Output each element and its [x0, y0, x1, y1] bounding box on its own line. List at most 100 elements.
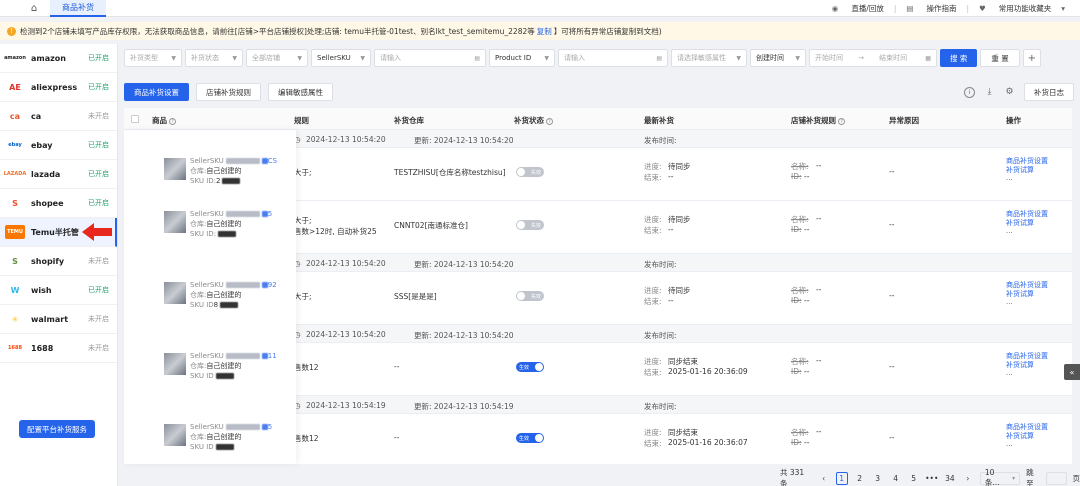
- live-replay-link[interactable]: 直播/回放: [851, 3, 884, 14]
- guide-link[interactable]: 操作指南: [926, 3, 956, 14]
- group-created-time: 2024-12-13 10:54:20: [306, 259, 386, 268]
- sidebar-item-1688[interactable]: 1688 1688 未开启: [0, 334, 117, 363]
- redacted-sku-id: [222, 178, 241, 184]
- platform-status: 未开启: [88, 112, 109, 120]
- sidebar-item-walmart[interactable]: ✳ walmart 未开启: [0, 305, 117, 334]
- sku-id-line: SKU ID:: [190, 229, 272, 239]
- restock-status-select[interactable]: 补货状态 ▼: [185, 49, 243, 67]
- progress-value: 待同步: [668, 162, 691, 171]
- caret-down-icon[interactable]: ▾: [1061, 4, 1065, 13]
- info-icon[interactable]: i: [964, 86, 975, 98]
- shop-rule-name-label: 名称:: [791, 286, 809, 295]
- page-button[interactable]: •••: [925, 472, 938, 485]
- collapse-handle-icon[interactable]: «: [1064, 364, 1080, 380]
- sidebar-item-wish[interactable]: Wwish 已开启: [0, 276, 117, 305]
- platform-name: ca: [31, 111, 42, 121]
- add-filter-button[interactable]: +: [1022, 49, 1041, 67]
- favorites-link[interactable]: 常用功能收藏夹: [999, 3, 1052, 14]
- op-more-link[interactable]: ...: [1006, 227, 1013, 237]
- gear-icon[interactable]: ⚙: [1004, 87, 1015, 98]
- page-button[interactable]: 3: [872, 472, 884, 485]
- op-more-link[interactable]: ...: [1006, 369, 1013, 379]
- restock-type-select[interactable]: 补货类型 ▼: [124, 49, 182, 67]
- sidebar-item-aliexpress[interactable]: AE aliexpress 已开启: [0, 73, 117, 102]
- sku-field-select[interactable]: SellerSKU ▼: [311, 49, 371, 67]
- warehouse-line: 仓库:自己创建的: [190, 361, 277, 371]
- group-created-time: 2024-12-13 10:54:19: [306, 401, 386, 410]
- shop-rule-name: --: [816, 285, 822, 294]
- sku-id-line: SKU ID: [190, 371, 277, 381]
- copy-link[interactable]: 复制: [537, 26, 552, 37]
- prev-page-button[interactable]: ‹: [818, 472, 830, 485]
- pid-input[interactable]: 请输入 ▤: [558, 49, 668, 67]
- download-icon[interactable]: ⤓: [984, 87, 995, 98]
- sidebar-item-shopee[interactable]: Sshopee 已开启: [0, 189, 117, 218]
- redacted-sku: [225, 211, 260, 217]
- sidebar-item-amazon[interactable]: amazon amazon 已开启: [0, 44, 117, 73]
- group-updated-time: 更新: 2024-12-13 10:54:20: [414, 136, 514, 145]
- page-button[interactable]: 2: [854, 472, 866, 485]
- divider: |: [966, 3, 969, 13]
- date-range-picker[interactable]: 开始时间 → 结束时间 ▦: [809, 49, 937, 67]
- config-restock-service-button[interactable]: 配置平台补货服务: [19, 420, 95, 438]
- time-field-select[interactable]: 创建时间 ▼: [750, 49, 806, 67]
- page-button[interactable]: 34: [944, 472, 956, 485]
- page-button[interactable]: 4: [890, 472, 902, 485]
- restock-status-toggle[interactable]: 失效: [516, 220, 544, 230]
- product-thumbnail: [164, 424, 186, 446]
- goto-page-input[interactable]: [1045, 471, 1067, 485]
- plus-icon: +: [1027, 52, 1036, 64]
- redacted-sku: [261, 353, 268, 359]
- group-updated-time: 更新: 2024-12-13 10:54:20: [414, 260, 514, 269]
- restock-log-button[interactable]: 补货日志: [1024, 83, 1074, 101]
- page-button[interactable]: 1: [835, 471, 848, 485]
- sidebar-item-ca[interactable]: ca ca 未开启: [0, 102, 117, 131]
- op-more-link[interactable]: ...: [1006, 440, 1013, 450]
- op-more-link[interactable]: ...: [1006, 298, 1013, 308]
- shop-restock-rules-button[interactable]: 店铺补货规则: [196, 83, 261, 101]
- time-field-label: 创建时间: [756, 54, 784, 62]
- reset-button[interactable]: 重 置: [980, 49, 1020, 67]
- sku-input[interactable]: 请输入 ▤: [374, 49, 486, 67]
- product-restock-settings-button[interactable]: 商品补货设置: [124, 83, 189, 101]
- sensitive-attr-select[interactable]: 请选择敏感属性 ▼: [671, 49, 747, 67]
- tab-product-restock[interactable]: 商品补货: [50, 0, 106, 17]
- top-nav: ⌂ 商品补货 ◉ 直播/回放 | ▤ 操作指南 | ♥ 常用功能收藏夹 ▾: [0, 0, 1080, 17]
- shop-rule-id-label: ID:: [791, 296, 802, 305]
- search-button[interactable]: 搜 索: [940, 49, 978, 67]
- sku-suffix: 92: [267, 281, 277, 289]
- next-page-button[interactable]: ›: [962, 472, 974, 485]
- home-icon[interactable]: ⌂: [28, 2, 40, 14]
- sensitive-label: 请选择敏感属性: [677, 54, 726, 62]
- warehouse-label: 仓库:: [190, 362, 207, 370]
- redacted-sku: [225, 353, 260, 359]
- sidebar-item-ebay[interactable]: ebay ebay 已开启: [0, 131, 117, 160]
- restock-status-toggle[interactable]: 生效: [516, 433, 544, 443]
- sidebar-item-lazada[interactable]: LAZADA lazada 已开启: [0, 160, 117, 189]
- op-more-link[interactable]: ...: [1006, 174, 1013, 184]
- restock-status-toggle[interactable]: 失效: [516, 167, 544, 177]
- seller-sku-line: SellerSKU 5: [190, 209, 272, 219]
- chevron-down-icon: ▼: [297, 54, 302, 62]
- sidebar-item-shopify[interactable]: Sshopify 未开启: [0, 247, 117, 276]
- page-button[interactable]: 5: [908, 472, 920, 485]
- sku-id-label: SKU ID:: [190, 230, 217, 238]
- pid-field-select[interactable]: Product ID ▼: [489, 49, 555, 67]
- platform-name: shopify: [31, 256, 65, 266]
- sku-id-label: SKU ID:: [190, 177, 217, 185]
- restock-status-toggle[interactable]: 失效: [516, 291, 544, 301]
- shop-select[interactable]: 全部店铺 ▼: [246, 49, 308, 67]
- edit-sensitive-attr-button[interactable]: 编辑敏感属性: [268, 83, 333, 101]
- page-size-select[interactable]: 10 条... ▾: [979, 468, 1021, 486]
- chevron-down-icon: ▼: [736, 54, 741, 62]
- select-all-checkbox[interactable]: [131, 115, 139, 123]
- shop-rule-name: --: [816, 214, 822, 223]
- platform-logo-icon: ✳: [11, 314, 19, 324]
- sku-suffix: CS: [267, 157, 278, 165]
- restock-status-toggle[interactable]: 生效: [516, 362, 544, 372]
- list-icon: ▤: [656, 54, 662, 62]
- end-label: 结束:: [644, 297, 662, 306]
- group-published-label: 发布时间:: [644, 331, 677, 340]
- rule-text-2: 售数>12时, 自动补货25: [294, 227, 377, 236]
- sku-suffix: 5: [267, 210, 273, 218]
